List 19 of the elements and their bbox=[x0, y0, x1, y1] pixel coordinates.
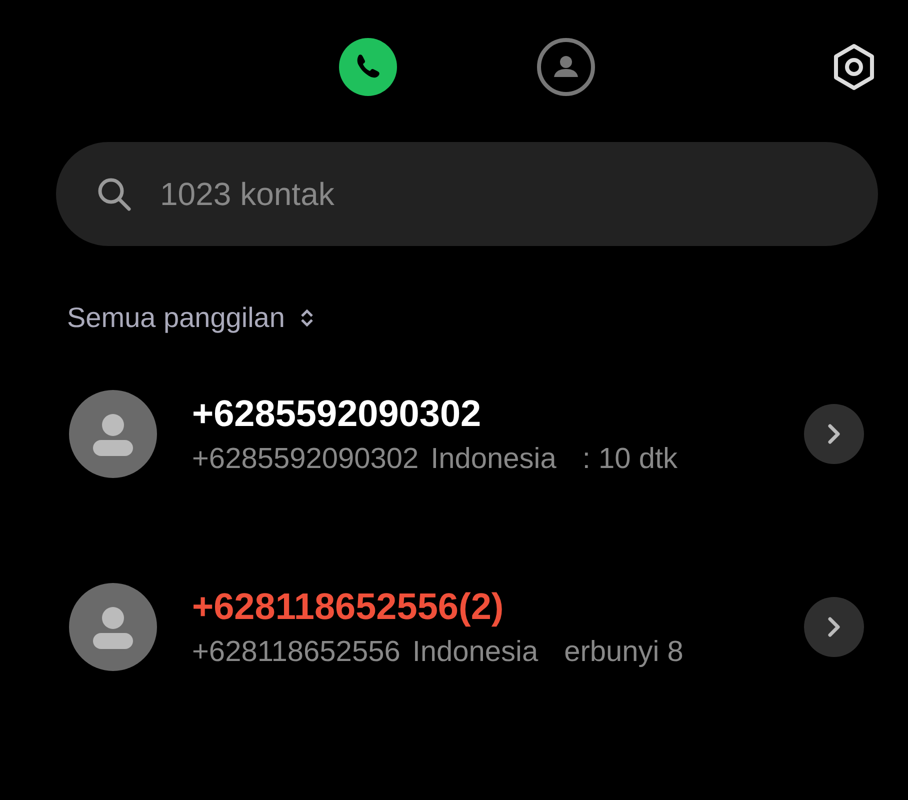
contacts-tab[interactable] bbox=[536, 37, 596, 97]
caller-location: Indonesia bbox=[412, 636, 538, 668]
caller-name: +6285592090302 bbox=[192, 392, 482, 434]
avatar-icon bbox=[69, 390, 157, 478]
caller-number: +628118652556 bbox=[192, 636, 400, 668]
chevron-icon bbox=[827, 616, 841, 638]
avatar-icon bbox=[69, 583, 157, 671]
search-icon bbox=[96, 176, 132, 212]
call-detail: : 10 dtk bbox=[582, 442, 678, 476]
caller-location: Indonesia bbox=[430, 442, 556, 476]
caller-number: +6285592090302 bbox=[192, 442, 419, 476]
search-bar[interactable]: 1023 kontak bbox=[56, 142, 878, 246]
phone-tab[interactable] bbox=[338, 37, 398, 97]
call-detail: erbunyi 8 bbox=[564, 636, 684, 668]
caller-name: +628118652556(2) bbox=[192, 586, 505, 628]
call-filter[interactable]: Semua panggilan bbox=[67, 302, 315, 334]
search-field[interactable]: 1023 kontak bbox=[158, 174, 762, 214]
sort-icon bbox=[298, 308, 315, 328]
chevron-icon bbox=[827, 423, 841, 445]
